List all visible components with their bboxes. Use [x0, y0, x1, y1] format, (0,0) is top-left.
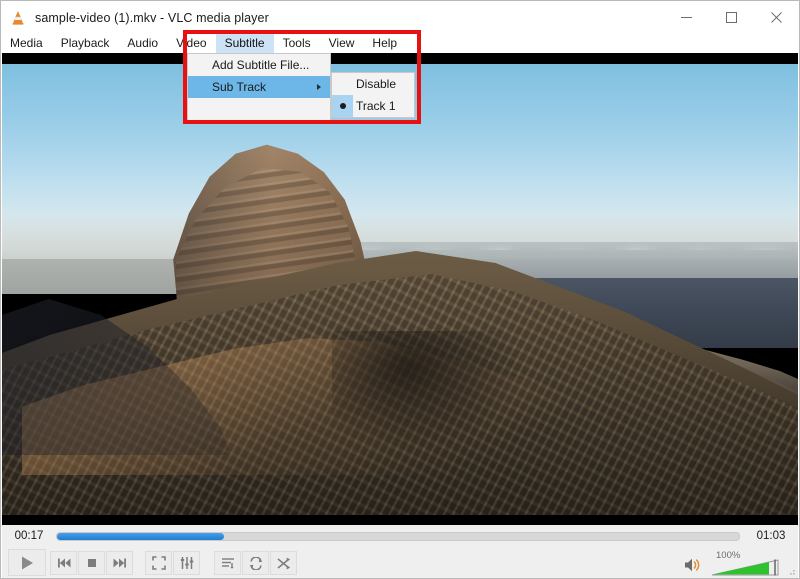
menu-bar: Media Playback Audio Video Subtitle Tool…: [1, 34, 799, 53]
foreground-shadow-pocket: [332, 331, 522, 451]
minimize-icon[interactable]: [664, 1, 709, 34]
window-controls: [664, 1, 799, 34]
stop-button[interactable]: [78, 551, 105, 575]
letterbox-top: [2, 53, 798, 64]
close-icon[interactable]: [754, 1, 799, 34]
menu-item-tools[interactable]: Tools: [274, 34, 320, 53]
playlist-button[interactable]: [214, 551, 241, 575]
submenu-option-label: Track 1: [356, 99, 396, 113]
volume-slider[interactable]: [712, 559, 784, 576]
menu-item-audio[interactable]: Audio: [118, 34, 167, 53]
menu-item-subtitle[interactable]: Subtitle: [216, 34, 274, 53]
equalizer-button[interactable]: [173, 551, 200, 575]
menu-option-sub-track[interactable]: Sub Track: [188, 76, 330, 98]
total-duration: 01:03: [744, 530, 798, 542]
player-control-bar: 00:17 01:03: [2, 525, 798, 578]
vlc-window: sample-video (1).mkv - VLC media player …: [0, 0, 800, 579]
play-button[interactable]: [8, 549, 46, 576]
volume-control[interactable]: 100%: [680, 550, 790, 576]
transport-buttons: 100%: [2, 548, 798, 578]
menu-item-video[interactable]: Video: [167, 34, 215, 53]
next-button[interactable]: [106, 551, 133, 575]
video-display[interactable]: [2, 53, 798, 525]
subtitle-menu-popup: Add Subtitle File... Sub Track: [187, 53, 331, 121]
chevron-right-icon: [317, 84, 321, 90]
shuffle-button[interactable]: [270, 551, 297, 575]
menu-option-label: Add Subtitle File...: [212, 58, 309, 72]
volume-icon[interactable]: [684, 557, 702, 573]
menu-option-add-subtitle-file[interactable]: Add Subtitle File...: [188, 54, 330, 76]
maximize-icon[interactable]: [709, 1, 754, 34]
window-title: sample-video (1).mkv - VLC media player: [35, 11, 269, 25]
letterbox-bottom: [2, 515, 798, 525]
menu-item-media[interactable]: Media: [1, 34, 52, 53]
seek-slider[interactable]: [56, 532, 740, 541]
submenu-option-track-1[interactable]: Track 1: [332, 95, 414, 117]
seek-row: 00:17 01:03: [2, 525, 798, 547]
radio-checked-icon: [332, 95, 353, 117]
elapsed-time: 00:17: [2, 530, 56, 542]
loop-button[interactable]: [242, 551, 269, 575]
resize-grip[interactable]: [786, 566, 796, 576]
seek-progress-fill: [57, 533, 224, 540]
menu-item-playback[interactable]: Playback: [52, 34, 119, 53]
video-frame: [2, 64, 798, 515]
sub-track-submenu: Disable Track 1: [331, 72, 415, 118]
menu-item-view[interactable]: View: [320, 34, 364, 53]
fullscreen-button[interactable]: [145, 551, 172, 575]
vlc-cone-icon: [9, 9, 27, 27]
menu-item-help[interactable]: Help: [363, 34, 406, 53]
submenu-option-label: Disable: [356, 77, 396, 91]
menu-option-label: Sub Track: [212, 80, 266, 94]
previous-button[interactable]: [50, 551, 77, 575]
title-bar: sample-video (1).mkv - VLC media player: [1, 1, 799, 34]
submenu-option-disable[interactable]: Disable: [332, 73, 414, 95]
